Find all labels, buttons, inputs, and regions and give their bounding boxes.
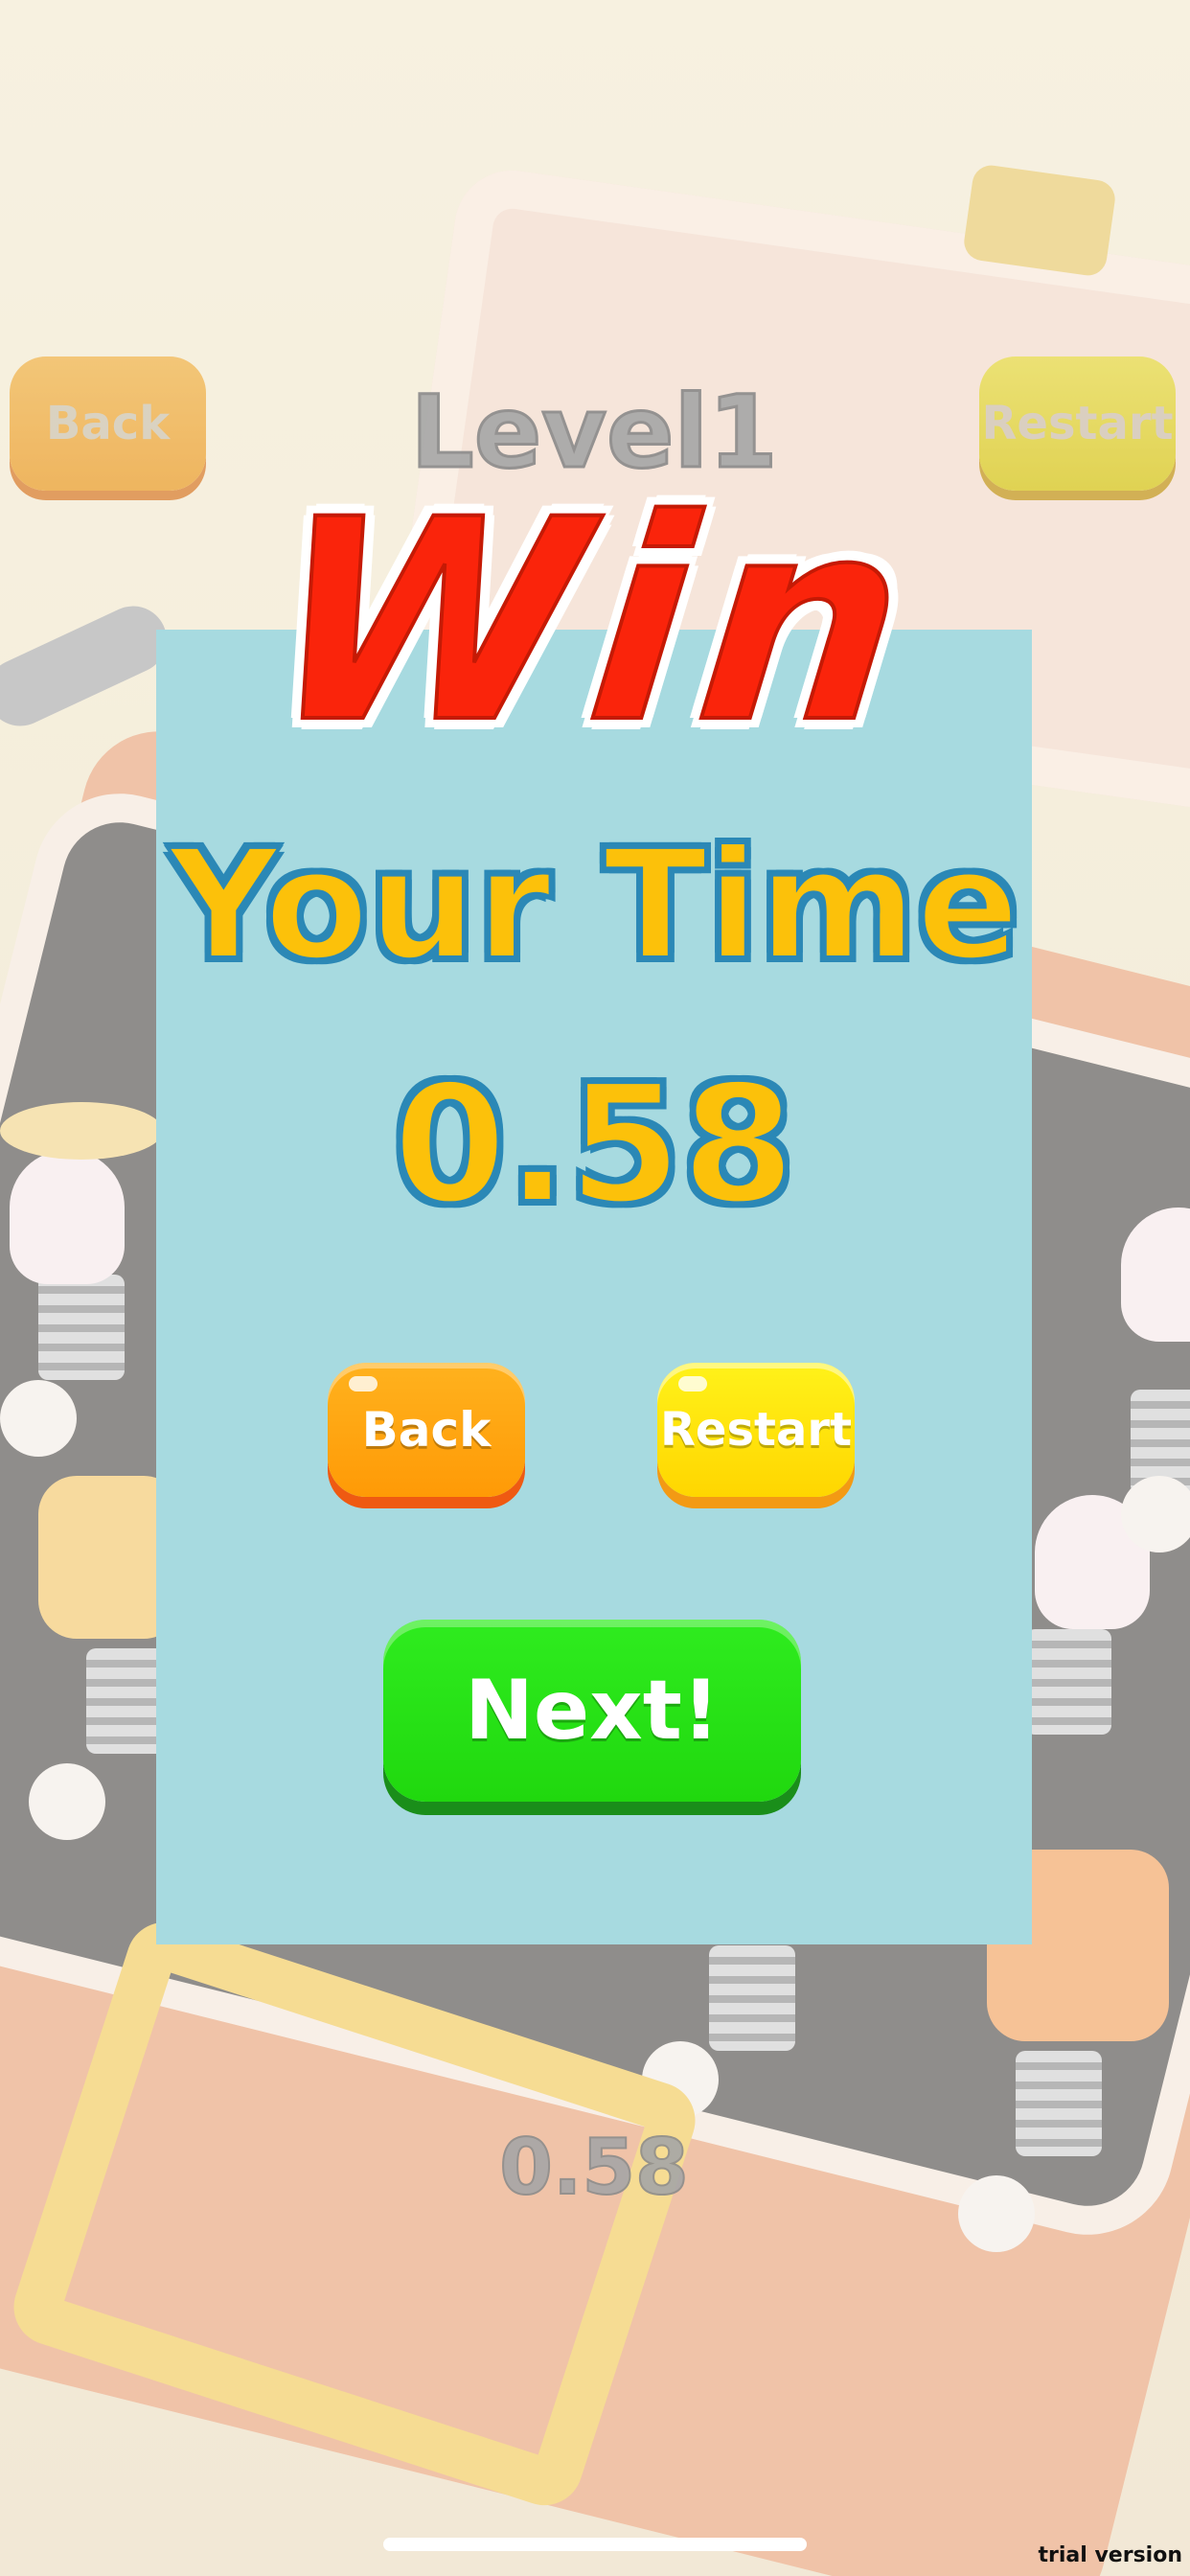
back-button[interactable]: Back <box>328 1363 525 1497</box>
hud-restart-label: Restart <box>981 397 1174 450</box>
restart-button-label: Restart <box>659 1403 853 1457</box>
hud-back-label: Back <box>45 397 171 450</box>
time-value: 0.58 <box>391 1048 796 1242</box>
hud-restart-button[interactable]: Restart <box>979 356 1176 491</box>
back-button-label: Back <box>361 1402 492 1458</box>
timer-display: 0.58 <box>498 2122 689 2213</box>
hud-back-button[interactable]: Back <box>10 356 206 491</box>
your-time-label: Your Time <box>167 817 1021 994</box>
button-gloss <box>349 1376 378 1392</box>
next-button[interactable]: Next! <box>383 1620 801 1802</box>
restart-button[interactable]: Restart <box>657 1363 855 1497</box>
next-button-label: Next! <box>464 1663 721 1759</box>
button-gloss <box>678 1376 707 1392</box>
win-title: Win <box>255 459 932 786</box>
home-indicator[interactable] <box>383 2538 807 2551</box>
trial-watermark: trial version <box>1038 2543 1182 2567</box>
